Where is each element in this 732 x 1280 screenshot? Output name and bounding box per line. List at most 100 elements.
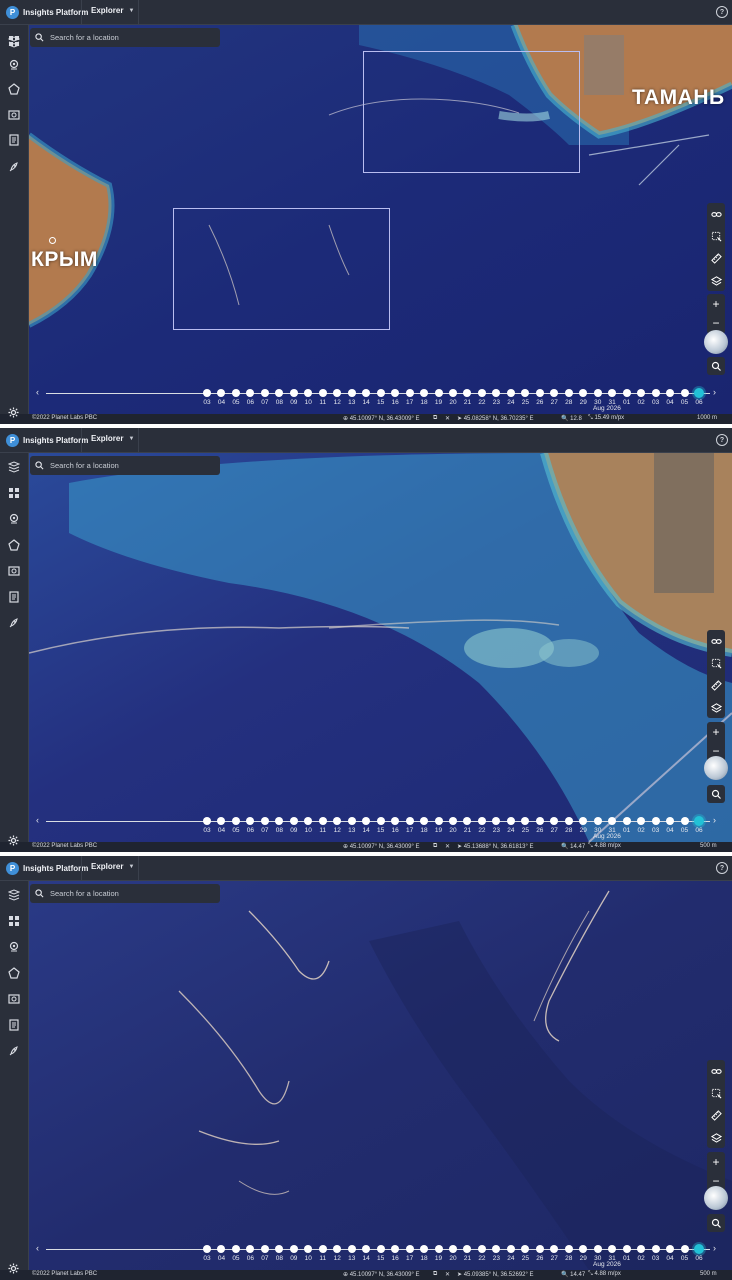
search-input[interactable]: Search for a location [30,456,220,475]
gear-icon[interactable] [8,405,19,418]
timeline-dot[interactable] [318,817,327,825]
timeline-dot[interactable] [376,817,385,825]
timeline-dot[interactable] [347,389,356,397]
explorer-menu[interactable]: Explorer ▼ [91,434,134,443]
timeline-next-arrow[interactable]: › [713,815,716,825]
timeline-dot[interactable] [666,817,675,825]
globe-icon[interactable] [704,756,728,780]
select-area-icon[interactable] [707,1084,725,1102]
timeline-dot[interactable] [564,389,573,397]
magnify-icon[interactable] [707,357,725,375]
link-icon[interactable] [707,632,725,650]
timeline-dot[interactable] [260,1245,269,1253]
explorer-menu[interactable]: Explorer ▼ [91,6,134,15]
layers-stack-icon[interactable] [7,888,20,901]
close-icon[interactable]: ✕ [445,1271,450,1278]
timeline-dot[interactable] [666,389,675,397]
timeline-dot[interactable] [347,817,356,825]
image-gallery-icon[interactable] [7,992,20,1005]
location-pin-icon[interactable] [7,512,20,525]
timeline-dot[interactable] [434,817,443,825]
close-icon[interactable]: ✕ [445,843,450,850]
satellite-map[interactable] [29,453,732,842]
timeline-dot[interactable] [680,817,689,825]
copy-icon[interactable]: ⧉ [433,415,437,422]
timeline-dot[interactable] [289,389,298,397]
zoom-in-button[interactable]: + [707,723,725,741]
layers-icon[interactable] [707,1128,725,1146]
ruler-icon[interactable] [707,676,725,694]
timeline-dot[interactable] [434,1245,443,1253]
image-gallery-icon[interactable] [7,108,20,121]
copy-icon[interactable]: ⧉ [433,843,437,850]
document-icon[interactable] [7,133,20,146]
search-input[interactable]: Search for a location [30,884,220,903]
layers-icon[interactable] [707,271,725,289]
gear-icon[interactable] [8,1261,19,1274]
rocket-icon[interactable] [7,1044,20,1057]
timeline-dot[interactable] [477,1245,486,1253]
timeline-dot[interactable] [449,1245,457,1253]
link-icon[interactable] [707,1062,725,1080]
zoom-in-button[interactable]: + [707,295,725,313]
timeline-dot[interactable] [477,389,486,397]
timeline-dot[interactable] [289,1245,298,1253]
timeline-dot[interactable] [477,817,486,825]
timeline-dot[interactable] [318,1245,327,1253]
brand[interactable]: P Insights Platform [6,860,88,876]
location-pin-icon[interactable] [49,237,56,244]
help-icon[interactable]: ? [716,6,728,18]
timeline-next-arrow[interactable]: › [713,1243,716,1253]
help-icon[interactable]: ? [716,434,728,446]
timeline-dot[interactable] [651,817,660,825]
image-gallery-icon[interactable] [7,564,20,577]
timeline-dot[interactable] [420,389,429,397]
rocket-icon[interactable] [7,616,20,629]
brand[interactable]: P Insights Platform [6,432,88,448]
timeline-dot[interactable] [231,1245,240,1253]
polygon-icon[interactable] [7,82,20,95]
select-area-icon[interactable] [707,227,725,245]
timeline-dot[interactable] [564,1245,573,1253]
timeline-prev-arrow[interactable]: ‹ [36,387,39,397]
timeline-dot[interactable] [506,1245,515,1253]
timeline-dot[interactable] [535,817,544,825]
timeline-prev-arrow[interactable]: ‹ [36,1243,39,1253]
timeline-dot[interactable] [420,817,429,825]
timeline-dot[interactable] [289,817,298,825]
timeline-dot[interactable] [666,1245,675,1253]
grid-icon[interactable] [7,486,20,499]
grid-icon[interactable] [7,34,20,47]
document-icon[interactable] [7,1018,20,1031]
layers-icon[interactable] [707,698,725,716]
copy-icon[interactable]: ⧉ [433,1271,437,1278]
timeline-next-arrow[interactable]: › [713,387,716,397]
timeline-dot[interactable] [593,389,602,397]
timeline-dot[interactable] [449,389,457,397]
timeline-dot[interactable] [506,389,515,397]
document-icon[interactable] [7,590,20,603]
help-icon[interactable]: ? [716,862,728,874]
timeline-dot[interactable] [420,1245,429,1253]
timeline-dot[interactable] [506,817,515,825]
location-pin-icon[interactable] [7,58,20,71]
zoom-in-button[interactable]: + [707,1153,725,1171]
timeline-dot[interactable] [651,1245,660,1253]
timeline-dot[interactable] [405,1245,414,1253]
timeline-dot[interactable] [680,389,689,397]
timeline-dot[interactable] [203,817,211,825]
gear-icon[interactable] [8,833,19,846]
timeline-dot[interactable] [680,1245,689,1253]
timeline-dot[interactable] [231,817,240,825]
magnify-icon[interactable] [707,785,725,803]
roi-rectangle[interactable] [363,51,580,173]
timeline-dot[interactable] [535,389,544,397]
link-icon[interactable] [707,205,725,223]
search-input[interactable]: Search for a location [30,28,220,47]
timeline-dot[interactable] [347,1245,356,1253]
timeline-dot[interactable] [203,1245,211,1253]
timeline-dot[interactable] [405,389,414,397]
globe-icon[interactable] [704,330,728,354]
timeline-dot[interactable] [622,389,631,397]
polygon-icon[interactable] [7,538,20,551]
